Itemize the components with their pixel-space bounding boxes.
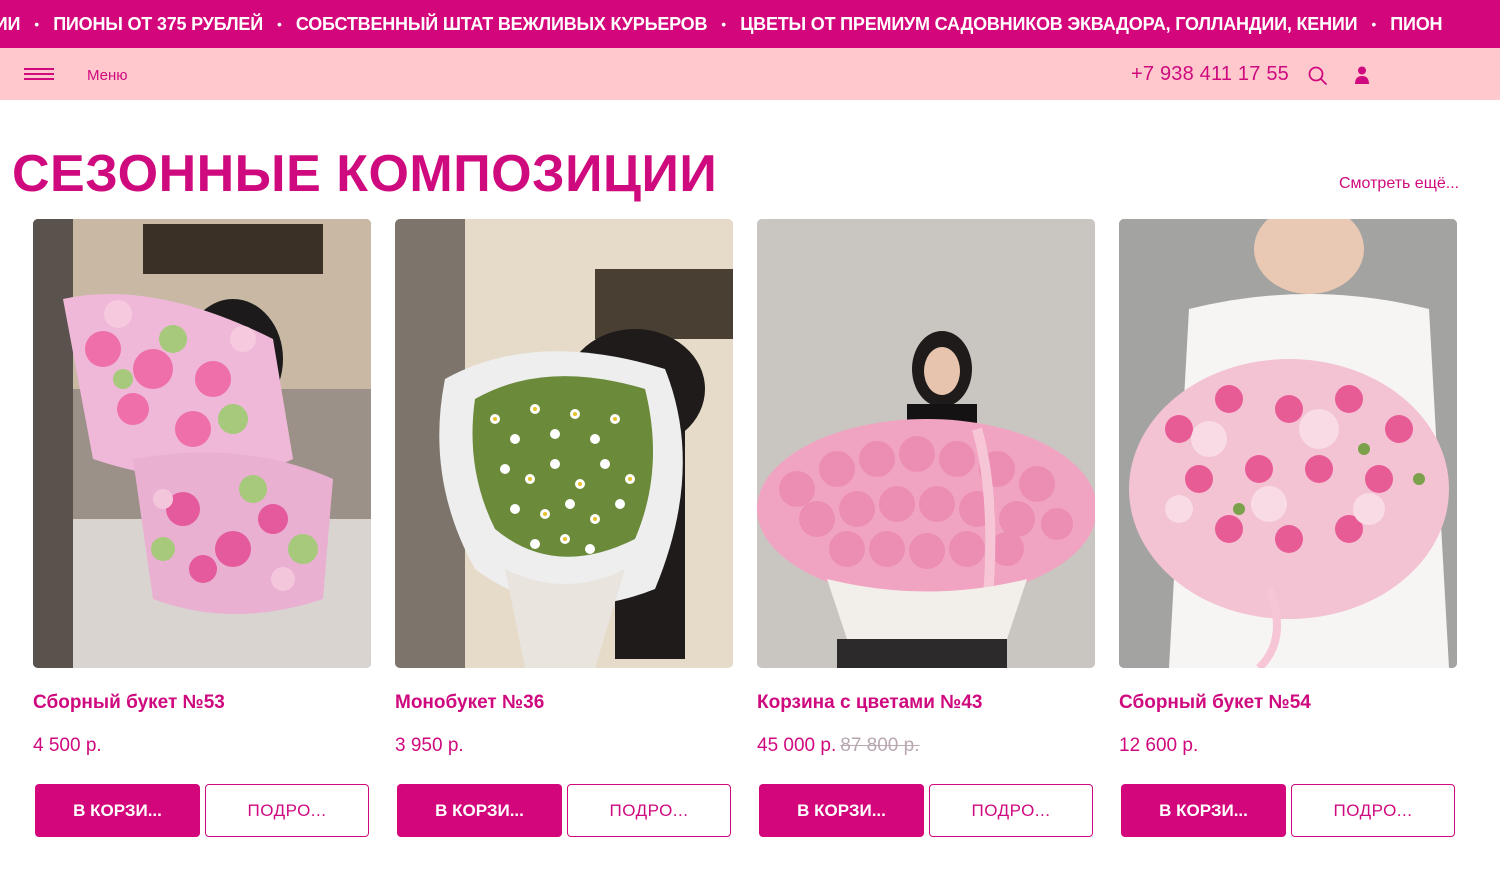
product-card[interactable]: Сборный букет №54 12 600 р. В КОРЗИ... П…	[1119, 219, 1457, 849]
product-name[interactable]: Корзина с цветами №43	[757, 692, 982, 714]
product-name[interactable]: Монобукет №36	[395, 692, 544, 714]
ticker-item: СОБСТВЕННЫЙ ШТАТ ВЕЖЛИВЫХ КУРЬЕРОВ	[295, 13, 708, 34]
details-button[interactable]: ПОДРО...	[567, 784, 731, 837]
product-price: 45 000 р.	[757, 735, 837, 756]
product-price-row: 3 950 р.	[395, 735, 464, 757]
ticker-separator: •	[1371, 16, 1377, 32]
product-card[interactable]: Сборный букет №53 4 500 р. В КОРЗИ... ПО…	[33, 219, 371, 849]
product-price: 12 600 р.	[1119, 735, 1199, 756]
product-card[interactable]: Монобукет №36 3 950 р. В КОРЗИ... ПОДРО.…	[395, 219, 733, 849]
product-price-row: 4 500 р.	[33, 735, 102, 757]
ticker-item: ПИОН	[1390, 13, 1443, 34]
product-price-row: 45 000 р. 87 800 р.	[757, 735, 920, 757]
add-to-cart-button[interactable]: В КОРЗИ...	[35, 784, 200, 837]
promo-ticker: НИИ • ПИОНЫ ОТ 375 РУБЛЕЙ • СОБСТВЕННЫЙ …	[0, 0, 1500, 48]
search-icon[interactable]	[1306, 63, 1330, 87]
user-icon[interactable]	[1351, 63, 1375, 87]
ticker-item: НИИ	[0, 13, 21, 34]
ticker-track: НИИ • ПИОНЫ ОТ 375 РУБЛЕЙ • СОБСТВЕННЫЙ …	[0, 0, 1443, 48]
product-photo[interactable]	[33, 219, 371, 668]
see-more-link[interactable]: Смотреть ещё...	[1339, 175, 1459, 193]
add-to-cart-button[interactable]: В КОРЗИ...	[397, 784, 562, 837]
product-photo[interactable]	[757, 219, 1095, 668]
ticker-item: ПИОНЫ ОТ 375 РУБЛЕЙ	[53, 13, 263, 34]
product-old-price: 87 800 р.	[840, 735, 920, 756]
details-button[interactable]: ПОДРО...	[1291, 784, 1455, 837]
ticker-separator: •	[34, 16, 40, 32]
phone-link[interactable]: +7 938 411 17 55	[1131, 63, 1289, 86]
site-header: Меню +7 938 411 17 55	[0, 48, 1500, 100]
ticker-separator: •	[721, 16, 727, 32]
product-photo[interactable]	[395, 219, 733, 668]
menu-icon[interactable]	[24, 68, 56, 80]
product-photo[interactable]	[1119, 219, 1457, 668]
product-price: 3 950 р.	[395, 735, 464, 756]
product-card[interactable]: Корзина с цветами №43 45 000 р. 87 800 р.…	[757, 219, 1095, 849]
product-name[interactable]: Сборный букет №54	[1119, 692, 1311, 714]
section-title: СЕЗОННЫЕ КОМПОЗИЦИИ	[12, 145, 718, 203]
details-button[interactable]: ПОДРО...	[205, 784, 369, 837]
add-to-cart-button[interactable]: В КОРЗИ...	[759, 784, 924, 837]
product-price: 4 500 р.	[33, 735, 102, 756]
ticker-item: ЦВЕТЫ ОТ ПРЕМИУМ САДОВНИКОВ ЭКВАДОРА, ГО…	[740, 13, 1358, 34]
details-button[interactable]: ПОДРО...	[929, 784, 1093, 837]
add-to-cart-button[interactable]: В КОРЗИ...	[1121, 784, 1286, 837]
ticker-separator: •	[276, 16, 282, 32]
menu-link[interactable]: Меню	[87, 67, 128, 84]
product-name[interactable]: Сборный букет №53	[33, 692, 225, 714]
product-price-row: 12 600 р.	[1119, 735, 1198, 757]
